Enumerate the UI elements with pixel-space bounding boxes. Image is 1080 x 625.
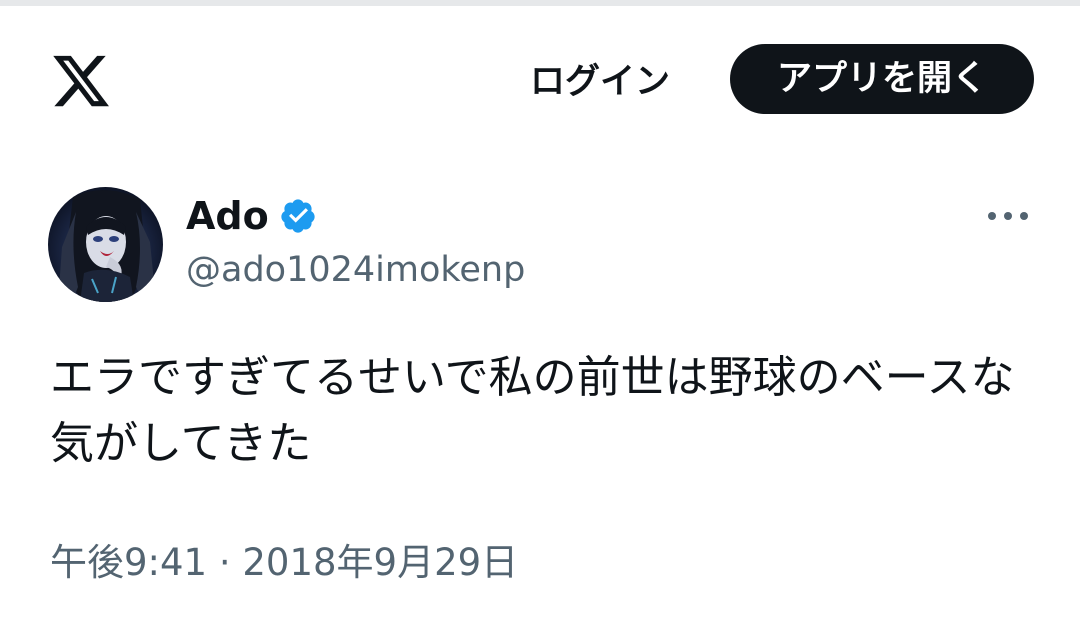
handle[interactable]: @ado1024imokenp — [186, 250, 525, 290]
timestamp-separator: · — [218, 541, 231, 584]
avatar-illustration — [48, 187, 163, 302]
tweet-text: エラですぎてるせいで私の前世は野球のベースな気がしてきた — [50, 352, 1015, 469]
x-logo-icon[interactable] — [50, 50, 112, 112]
open-app-button[interactable]: アプリを開く — [730, 44, 1034, 114]
more-options-icon[interactable] — [984, 198, 1032, 234]
author-name-row: Ado — [186, 190, 317, 242]
timestamp[interactable]: 午後9:41 · 2018年9月29日 — [50, 532, 518, 586]
tweet-date[interactable]: 2018年9月29日 — [242, 541, 518, 584]
verified-badge-icon — [281, 199, 315, 233]
avatar[interactable] — [48, 187, 163, 302]
login-link[interactable]: ログイン — [530, 52, 670, 112]
top-bar: ログイン アプリを開く — [0, 6, 1080, 148]
display-name[interactable]: Ado — [186, 194, 269, 238]
tweet-time[interactable]: 午後9:41 — [50, 541, 207, 584]
